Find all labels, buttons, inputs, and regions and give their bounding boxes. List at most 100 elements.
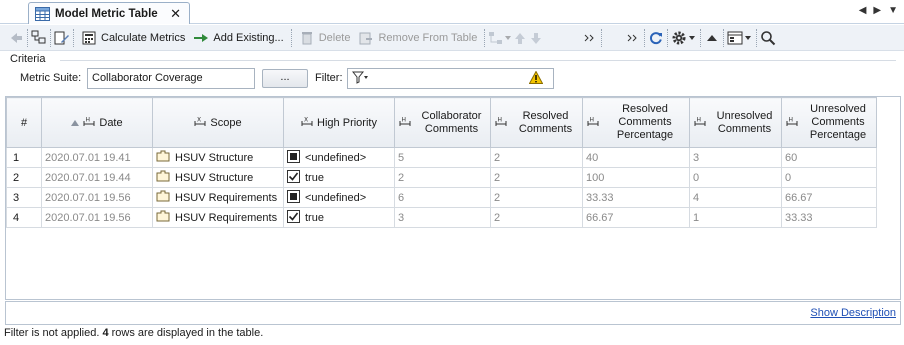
unresolved-percentage-cell[interactable]: 33.33 — [781, 207, 877, 228]
collaborator-comments-cell[interactable]: 3 — [394, 207, 491, 228]
table-row[interactable]: 3 2020.07.01 19.56 HSUV Requirements <un… — [6, 187, 877, 208]
move-up-icon[interactable] — [512, 30, 528, 46]
package-icon — [156, 170, 170, 185]
high-priority-cell[interactable]: <undefined> — [283, 147, 395, 168]
collaborator-comments-cell[interactable]: 5 — [394, 147, 491, 168]
tab-list-menu-icon[interactable]: ▼ — [888, 5, 898, 16]
filter-funnel-icon[interactable] — [352, 71, 370, 84]
unresolved-comments-cell[interactable]: 3 — [689, 147, 782, 168]
tab-model-metric-table[interactable]: Model Metric Table ✕ — [28, 2, 190, 24]
overflow-chevron-icon[interactable] — [625, 30, 641, 46]
hierarchy-icon[interactable] — [488, 30, 504, 46]
checkbox-undefined-icon[interactable] — [287, 149, 300, 166]
scope-tree-icon[interactable] — [31, 30, 47, 46]
metric-suite-field[interactable]: Collaborator Coverage — [87, 68, 255, 89]
unresolved-comments-cell[interactable]: 0 — [689, 167, 782, 188]
date-cell[interactable]: 2020.07.01 19.41 — [41, 147, 153, 168]
resolved-comments-cell[interactable]: 2 — [490, 207, 583, 228]
checkbox-checked-icon[interactable] — [287, 209, 300, 226]
scope-label: HSUV Requirements — [175, 211, 278, 224]
unresolved-percentage-cell[interactable]: 60 — [781, 147, 877, 168]
checkbox-checked-icon[interactable] — [287, 169, 300, 186]
select-metric-suite-button[interactable]: ... — [262, 69, 308, 88]
unresolved-comments-cell[interactable]: 4 — [689, 187, 782, 208]
layout-icon[interactable] — [727, 30, 743, 46]
tab-scroll-right-icon[interactable]: ▶ — [873, 5, 881, 16]
navigate-back-icon[interactable] — [8, 30, 24, 46]
add-existing-button[interactable]: Add Existing... — [189, 27, 287, 49]
sort-ascending-icon — [71, 117, 80, 129]
toolbar-separator — [27, 28, 28, 47]
collaborator-comments-cell[interactable]: 2 — [394, 167, 491, 188]
scope-cell[interactable]: HSUV Structure — [152, 147, 284, 168]
collapse-up-icon[interactable] — [704, 30, 720, 46]
unresolved-percentage-cell[interactable]: 0 — [781, 167, 877, 188]
column-header-unresolved-comments[interactable]: H Unresolved Comments — [689, 97, 782, 148]
search-icon[interactable] — [760, 30, 776, 46]
column-header-number[interactable]: # — [6, 97, 42, 148]
toolbar-separator — [723, 28, 725, 47]
move-down-icon[interactable] — [528, 30, 544, 46]
delete-label: Delete — [318, 31, 351, 44]
column-header-label: Resolved — [622, 103, 668, 115]
column-header-label: Collaborator — [421, 109, 482, 122]
row-number-cell: 4 — [6, 207, 42, 228]
row-number-cell: 1 — [6, 147, 42, 168]
gear-icon[interactable] — [671, 30, 687, 46]
scope-cell[interactable]: HSUV Structure — [152, 167, 284, 188]
resolved-percentage-cell[interactable]: 33.33 — [582, 187, 690, 208]
calculate-metrics-button[interactable]: Calculate Metrics — [77, 27, 189, 49]
date-cell[interactable]: 2020.07.01 19.56 — [41, 187, 153, 208]
table-row[interactable]: 2 2020.07.01 19.44 HSUV Structure true 2… — [6, 167, 877, 188]
refresh-icon[interactable] — [648, 30, 664, 46]
resolved-percentage-cell[interactable]: 100 — [582, 167, 690, 188]
column-header-date[interactable]: H Date — [41, 97, 153, 148]
column-header-unresolved-percentage[interactable]: H Unresolved Comments Percentage — [781, 97, 877, 148]
checkbox-undefined-icon[interactable] — [287, 189, 300, 206]
chevron-down-icon[interactable] — [687, 30, 697, 46]
column-header-collaborator-comments[interactable]: H Collaborator Comments — [394, 97, 491, 148]
close-icon[interactable]: ✕ — [170, 6, 181, 22]
column-header-scope[interactable]: X Scope — [152, 97, 284, 148]
resolved-comments-cell[interactable]: 2 — [490, 167, 583, 188]
show-description-link[interactable]: Show Description — [810, 307, 896, 319]
column-header-resolved-percentage[interactable]: H Resolved Comments Percentage — [582, 97, 690, 148]
calculator-icon — [81, 30, 97, 46]
edit-metric-icon[interactable] — [54, 30, 70, 46]
column-header-high-priority[interactable]: X High Priority — [283, 97, 395, 148]
table-row[interactable]: 1 2020.07.01 19.41 HSUV Structure <undef… — [6, 147, 877, 168]
svg-text:H: H — [498, 116, 503, 123]
scope-label: HSUV Requirements — [175, 191, 278, 204]
filter-field[interactable] — [347, 68, 554, 89]
resolved-percentage-cell[interactable]: 66.67 — [582, 207, 690, 228]
collaborator-comments-cell[interactable]: 6 — [394, 187, 491, 208]
resolved-comments-cell[interactable]: 2 — [490, 187, 583, 208]
column-header-label: # — [20, 116, 28, 129]
high-priority-cell[interactable]: true — [283, 167, 395, 188]
high-priority-cell[interactable]: <undefined> — [283, 187, 395, 208]
chevron-down-icon[interactable] — [504, 30, 512, 46]
column-header-resolved-comments[interactable]: H Resolved Comments — [490, 97, 583, 148]
priority-value: <undefined> — [305, 191, 367, 204]
package-icon — [156, 210, 170, 225]
column-header-label: Comments — [717, 122, 772, 135]
table-row[interactable]: 4 2020.07.01 19.56 HSUV Requirements tru… — [6, 207, 877, 228]
priority-value: <undefined> — [305, 151, 367, 164]
scope-cell[interactable]: HSUV Requirements — [152, 187, 284, 208]
delete-button[interactable]: Delete — [295, 27, 355, 49]
remove-from-table-button[interactable]: Remove From Table — [354, 27, 481, 49]
date-cell[interactable]: 2020.07.01 19.56 — [41, 207, 153, 228]
resolved-comments-cell[interactable]: 2 — [490, 147, 583, 168]
table-header-row: # H Date X Scope X High Priority H Colla… — [6, 97, 877, 148]
chevron-down-icon[interactable] — [743, 30, 753, 46]
resolved-percentage-cell[interactable]: 40 — [582, 147, 690, 168]
unresolved-percentage-cell[interactable]: 66.67 — [781, 187, 877, 208]
overflow-chevron-icon[interactable] — [582, 30, 598, 46]
date-cell[interactable]: 2020.07.01 19.44 — [41, 167, 153, 188]
high-priority-cell[interactable]: true — [283, 207, 395, 228]
tab-scroll-left-icon[interactable]: ◀ — [859, 5, 867, 16]
unresolved-comments-cell[interactable]: 1 — [689, 207, 782, 228]
toolbar-separator — [667, 28, 669, 47]
scope-cell[interactable]: HSUV Requirements — [152, 207, 284, 228]
toolbar-separator — [73, 28, 74, 47]
